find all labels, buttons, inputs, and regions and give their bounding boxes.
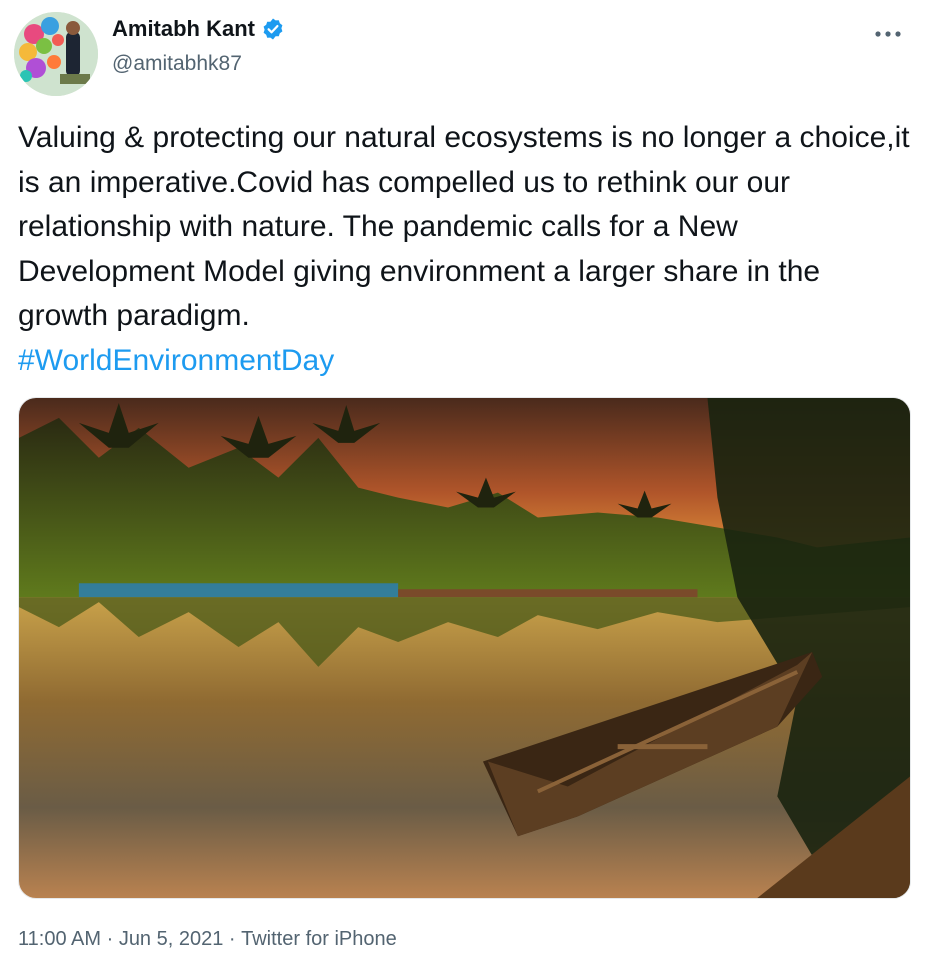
meta-separator: · xyxy=(223,928,242,950)
tweet-body: Valuing & protecting our natural ecosyst… xyxy=(18,116,918,383)
tweet-date[interactable]: Jun 5, 2021 xyxy=(119,928,224,951)
avatar[interactable] xyxy=(14,12,98,96)
author-handle[interactable]: @amitabhk87 xyxy=(112,52,242,76)
meta-separator: · xyxy=(101,928,119,950)
tweet-media-image[interactable] xyxy=(18,397,911,899)
tweet-meta: 11:00 AM · Jun 5, 2021 · Twitter for iPh… xyxy=(18,928,397,951)
backwater-sunset-boat-photo-icon xyxy=(19,398,910,898)
tweet-time[interactable]: 11:00 AM xyxy=(18,928,101,951)
author-display-name[interactable]: Amitabh Kant xyxy=(112,16,255,42)
tweet-card: Amitabh Kant @amitabhk87 Valuing & prote… xyxy=(0,0,928,966)
more-dots-icon xyxy=(875,31,901,37)
tweet-text: Valuing & protecting our natural ecosyst… xyxy=(18,121,910,332)
hashtag-link[interactable]: #WorldEnvironmentDay xyxy=(18,339,918,384)
verified-badge-icon xyxy=(263,18,283,40)
more-options-button[interactable] xyxy=(868,14,908,54)
author-name-row[interactable]: Amitabh Kant xyxy=(112,16,285,42)
tweet-source[interactable]: Twitter for iPhone xyxy=(241,928,397,951)
profile-photo-icon xyxy=(14,12,98,96)
